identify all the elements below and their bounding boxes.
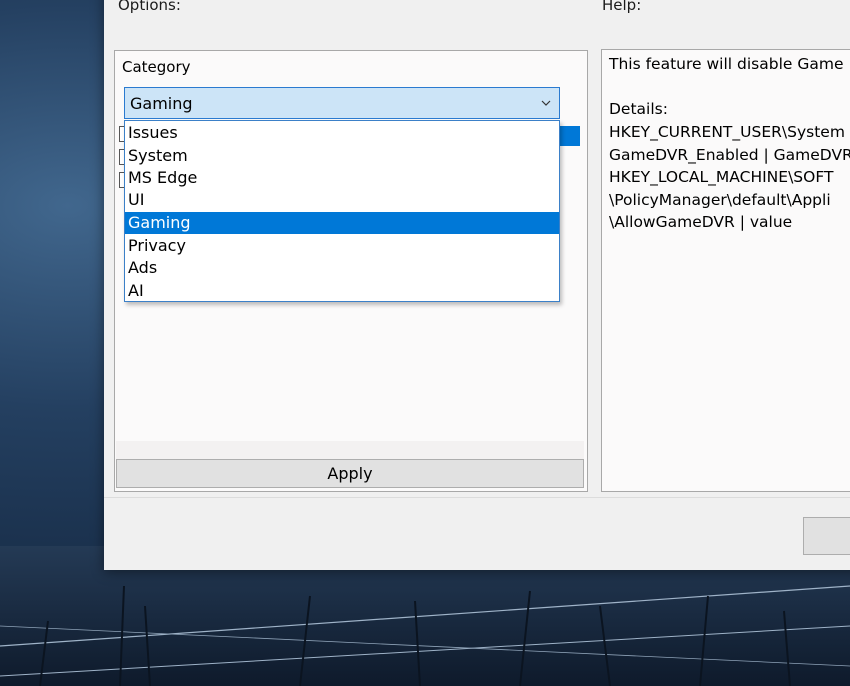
chevron-down-icon[interactable] xyxy=(541,98,551,108)
help-text-line: GameDVR_Enabled | GameDVR xyxy=(609,146,850,164)
category-selected-value: Gaming xyxy=(130,94,193,113)
category-option-issues[interactable]: Issues xyxy=(125,122,559,144)
category-option-ui[interactable]: UI xyxy=(125,189,559,211)
category-option-gaming[interactable]: Gaming xyxy=(125,212,559,234)
options-panel-footer xyxy=(116,441,584,459)
help-text-line: \PolicyManager\default\Appli xyxy=(609,191,831,209)
category-dropdown-list: Issues System MS Edge UI Gaming Privacy … xyxy=(124,120,560,302)
feature-list-selected-row[interactable] xyxy=(558,126,580,146)
help-text-line: Details: xyxy=(609,100,668,118)
apply-button[interactable]: Apply xyxy=(116,459,584,488)
options-section-title: Options: xyxy=(118,0,181,14)
category-option-ai[interactable]: AI xyxy=(125,280,559,302)
category-label: Category xyxy=(122,58,191,76)
footer-button[interactable] xyxy=(803,517,850,555)
category-option-privacy[interactable]: Privacy xyxy=(125,235,559,257)
help-section-title: Help: xyxy=(602,0,642,14)
help-text-line: HKEY_LOCAL_MACHINE\SOFT xyxy=(609,168,834,186)
category-option-ads[interactable]: Ads xyxy=(125,257,559,279)
help-text-line: This feature will disable Game xyxy=(609,55,844,73)
help-text-line: \AllowGameDVR | value xyxy=(609,213,793,231)
category-option-system[interactable]: System xyxy=(125,145,559,167)
category-option-ms-edge[interactable]: MS Edge xyxy=(125,167,559,189)
wallpaper-grass xyxy=(0,585,850,686)
footer-divider xyxy=(104,497,850,498)
category-combobox[interactable]: Gaming xyxy=(124,87,560,119)
help-text-line: HKEY_CURRENT_USER\System xyxy=(609,123,845,141)
help-panel: This feature will disable Game Details: … xyxy=(601,49,850,492)
